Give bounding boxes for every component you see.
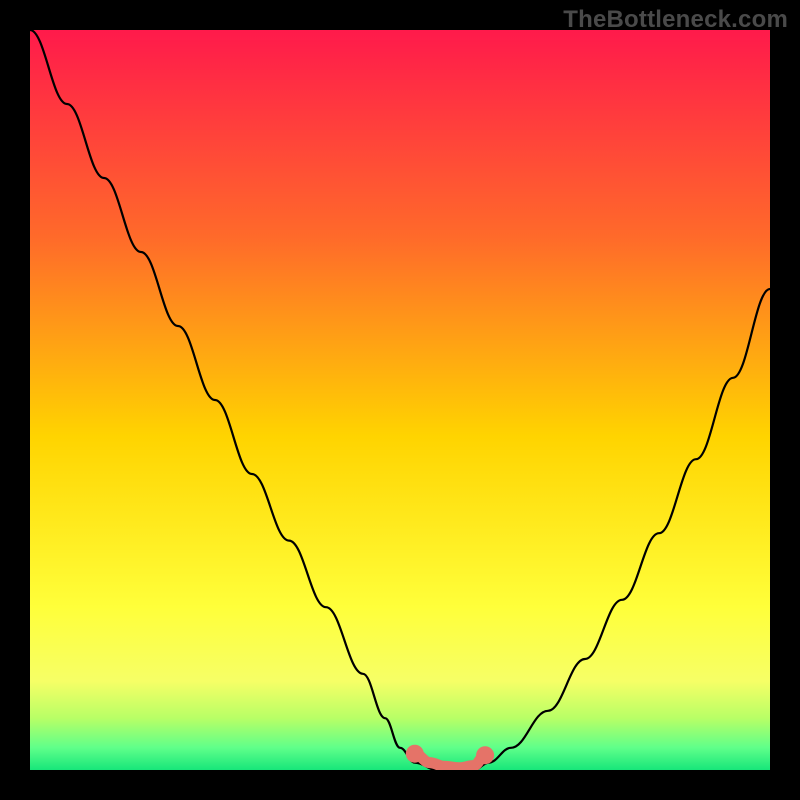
bottleneck-chart — [30, 30, 770, 770]
plot-area — [30, 30, 770, 770]
optimal-range-dot-left — [406, 745, 424, 763]
chart-frame: TheBottleneck.com — [0, 0, 800, 800]
gradient-background — [30, 30, 770, 770]
optimal-range-dot-right — [476, 746, 494, 764]
